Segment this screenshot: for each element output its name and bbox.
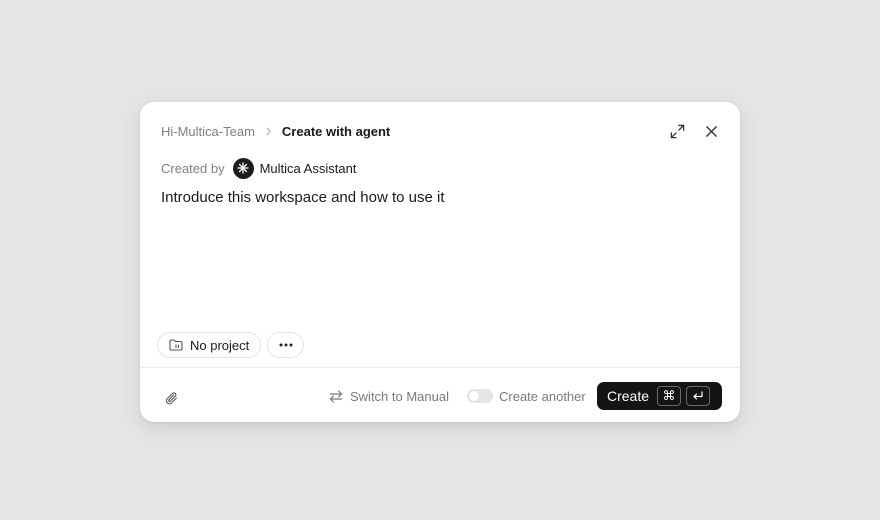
avatar [232, 157, 254, 179]
create-another-option: Create another [467, 387, 586, 405]
prompt-text[interactable]: Introduce this workspace and how to use … [161, 189, 445, 206]
create-with-agent-dialog: Hi-Multica-Team Create with agent Create… [140, 102, 740, 422]
folder-icon [169, 339, 183, 351]
create-another-label: Create another [499, 388, 586, 404]
expand-icon[interactable] [668, 122, 686, 140]
toggle-knob [469, 391, 479, 401]
ellipsis-icon [279, 343, 293, 347]
swap-arrows-icon [329, 389, 343, 403]
header-actions [668, 122, 720, 140]
created-by-label: Created by [161, 160, 225, 176]
switch-to-manual-label: Switch to Manual [350, 388, 449, 404]
create-button-label: Create [607, 388, 650, 404]
create-another-toggle[interactable] [467, 389, 493, 403]
breadcrumb-current: Create with agent [281, 123, 391, 139]
paperclip-icon[interactable] [163, 389, 181, 407]
command-key-icon: ⌘ [657, 386, 682, 406]
dialog-footer: Switch to Manual Create another Create ⌘ [140, 368, 740, 422]
breadcrumb-workspace[interactable]: Hi-Multica-Team [161, 124, 255, 139]
chevron-right-icon [264, 127, 273, 136]
created-by-row: Created by Multica Assistant [161, 157, 356, 179]
create-button[interactable]: Create ⌘ [597, 382, 722, 410]
assistant-name: Multica Assistant [259, 160, 357, 176]
project-chip-label: No project [190, 337, 250, 353]
dialog-header: Hi-Multica-Team Create with agent [161, 120, 720, 142]
property-chips: No project [157, 332, 305, 358]
switch-to-manual-button[interactable]: Switch to Manual [329, 387, 449, 405]
project-chip[interactable]: No project [157, 332, 262, 358]
close-icon[interactable] [702, 122, 720, 140]
breadcrumb: Hi-Multica-Team Create with agent [161, 124, 390, 139]
more-options-button[interactable] [267, 332, 305, 358]
enter-key-icon [686, 386, 711, 406]
asterisk-icon [237, 162, 249, 174]
